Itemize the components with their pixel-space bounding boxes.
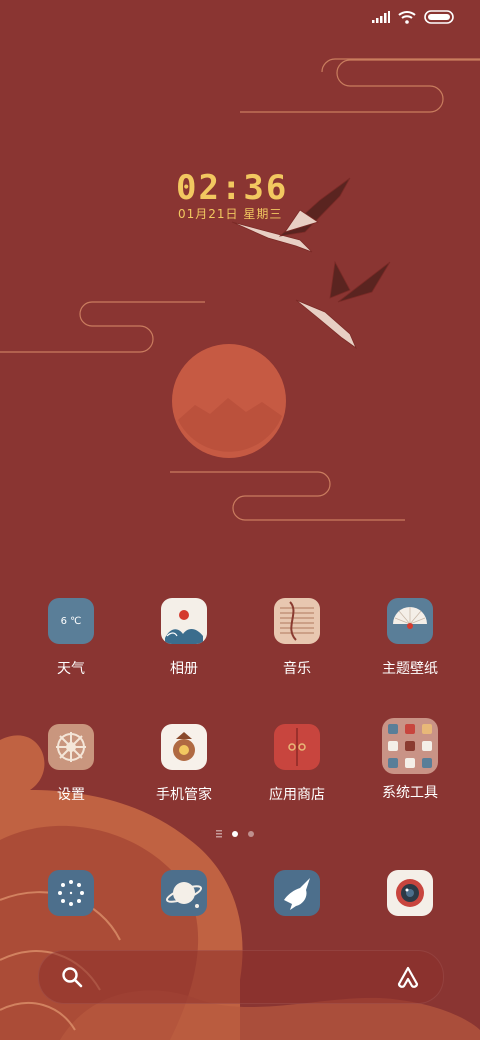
- app-label-settings: 设置: [57, 787, 85, 803]
- gallery-icon[interactable]: [161, 598, 207, 644]
- app-label-store: 应用商店: [269, 787, 325, 803]
- camera-icon[interactable]: [387, 870, 433, 916]
- app-label-themes: 主题壁纸: [382, 661, 438, 677]
- security-icon[interactable]: [161, 724, 207, 770]
- page-dot-1[interactable]: [232, 831, 238, 837]
- app-security[interactable]: 手机管家: [134, 724, 234, 804]
- settings-icon[interactable]: [48, 724, 94, 770]
- crane-2: [295, 260, 391, 350]
- app-label-tools: 系统工具: [382, 785, 438, 801]
- app-label-weather: 天气: [57, 661, 85, 677]
- clock-date[interactable]: 01月21日 星期三: [178, 205, 282, 222]
- app-themes[interactable]: 主题壁纸: [360, 598, 460, 678]
- app-label-music: 音乐: [283, 661, 311, 677]
- app-label-security: 手机管家: [156, 787, 212, 803]
- messages-icon[interactable]: [274, 870, 320, 916]
- page-dot-2[interactable]: [248, 831, 254, 837]
- weather-icon[interactable]: 6 ℃: [48, 598, 94, 644]
- page-indicator: [216, 830, 254, 838]
- app-settings[interactable]: 设置: [21, 724, 121, 804]
- assistant-icon[interactable]: [395, 965, 421, 989]
- app-store[interactable]: 应用商店: [247, 724, 347, 804]
- app-gallery[interactable]: 相册: [134, 598, 234, 678]
- search-bar[interactable]: [38, 950, 444, 1004]
- battery-icon: [424, 10, 454, 24]
- signal-icon: [372, 11, 390, 23]
- app-store-icon[interactable]: [274, 724, 320, 770]
- search-icon[interactable]: [61, 966, 83, 988]
- list-page-icon[interactable]: [216, 830, 222, 838]
- app-tools-folder[interactable]: 系统工具: [360, 718, 460, 802]
- app-music[interactable]: 音乐: [247, 598, 347, 678]
- status-bar: [372, 10, 454, 24]
- wifi-icon: [398, 11, 416, 24]
- app-weather[interactable]: 6 ℃ 天气: [21, 598, 121, 678]
- themes-icon[interactable]: [387, 598, 433, 644]
- music-icon[interactable]: [274, 598, 320, 644]
- app-label-gallery: 相册: [170, 661, 198, 677]
- tools-folder-icon[interactable]: [382, 718, 438, 774]
- phone-icon[interactable]: [48, 870, 94, 916]
- browser-icon[interactable]: [161, 870, 207, 916]
- weather-temp: 6 ℃: [60, 615, 82, 627]
- clock-time[interactable]: 02:36: [176, 168, 296, 208]
